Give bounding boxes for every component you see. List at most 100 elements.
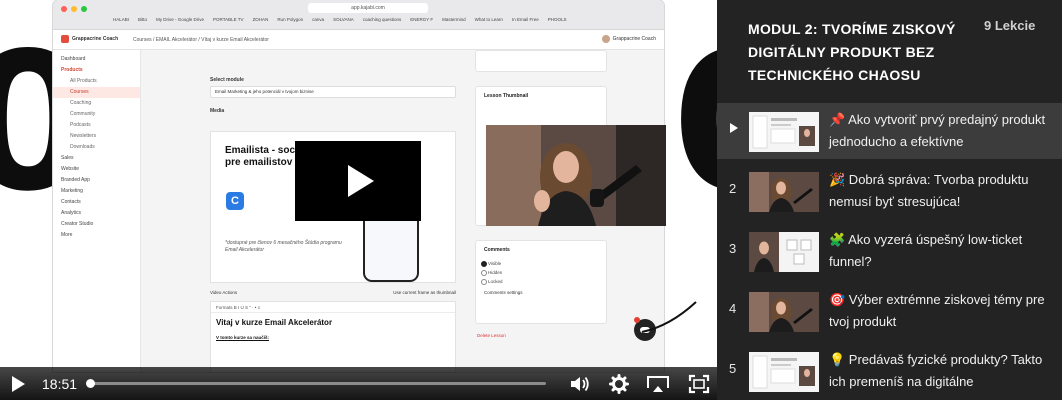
user-menu: Grappacrine Coach <box>601 35 656 43</box>
playlist-item-number: 2 <box>729 181 737 196</box>
editor-subheading: V tomto kurze sa naučíš: <box>216 335 270 340</box>
bookmark-item: PORTABLE TV <box>213 17 244 22</box>
app-header: Grappacrine Coach Courses / EMAIL Akcele… <box>53 30 664 50</box>
playlist-item-number: 4 <box>729 301 737 316</box>
comments-option-locked: Locked <box>476 277 606 286</box>
presenter-image <box>486 125 666 226</box>
app-logo: Grappacrine Coach <box>61 35 118 43</box>
playlist-item-title: 🧩 Ako vyzerá úspešný low-ticket funnel? <box>829 229 1054 273</box>
playlist-item[interactable]: 4 🎯 Výber extrémne ziskovej témy pre tvoj… <box>717 283 1062 339</box>
settings-gear-icon[interactable] <box>609 374 629 394</box>
sidebar-item-courses: Courses <box>53 87 140 98</box>
bookmarks-bar: HALABI Bitto My Drive - Google Drive PORTAB… <box>113 17 566 22</box>
comments-option-visible: Visible <box>476 259 606 268</box>
playlist-item-title: 🎉 Dobrá správa: Tvorba produktu nemusí b… <box>829 169 1054 213</box>
playlist-item-number: 5 <box>729 361 737 376</box>
playlist-item-title-text: Predávaš fyzické produkty? Takto ich pre… <box>829 352 1043 389</box>
playlist-item-title-text: Ako vyzerá úspešný low-ticket funnel? <box>829 232 1023 269</box>
bookmark-item: Run Polygon <box>277 17 304 22</box>
user-name: Grappacrine Coach <box>612 36 656 42</box>
browser-url-bar: app.kajabi.com <box>308 3 428 13</box>
video-actions-row: Video Actions Use current frame as thumb… <box>210 290 456 295</box>
airplay-icon[interactable] <box>646 374 670 394</box>
background-digit-right: 0 <box>672 28 717 218</box>
sidebar-item-all-products: All Products <box>70 78 97 84</box>
browser-titlebar: app.kajabi.com HALABI Bitto My Drive - Goo… <box>53 0 664 30</box>
bookmark-item: coaching questions <box>362 17 402 22</box>
sidebar-item-creator-studio: Creator Studio <box>61 221 94 227</box>
bookmark-item: ENERGY F <box>410 17 434 22</box>
progress-handle[interactable] <box>86 379 95 388</box>
sidebar-item-dashboard: Dashboard <box>61 56 86 62</box>
editor-toolbar: Formats B I U S “ · • ≡ <box>211 302 455 313</box>
webcam-overlay <box>486 125 666 226</box>
playlist-item[interactable]: 3 🧩 Ako vyzerá úspešný low-ticket funnel? <box>717 223 1062 279</box>
promo-title-line-1: Emailista - sociál <box>225 145 307 156</box>
playlist-item-title: 📌 Ako vytvoriť prvý predajný produkt jed… <box>829 109 1054 153</box>
playlist-item[interactable]: 5 💡 Predávaš fyzické produkty? Takto ich … <box>717 343 1062 399</box>
volume-icon[interactable] <box>569 374 591 394</box>
sidebar-item-podcasts: Podcasts <box>70 122 91 128</box>
playlist-item-title: 🎯 Výber extrémne ziskovej témy pre tvoj … <box>829 289 1054 333</box>
comments-card: Comments Visible Hidden Locked Comments se… <box>475 240 607 324</box>
playlist-item[interactable]: 2 🎉 Dobrá správa: Tvorba produktu nemusí … <box>717 163 1062 219</box>
promo-title: Emailista - sociál pre emailistov <box>225 145 306 169</box>
avatar <box>601 35 610 43</box>
playlist-item-title-text: Ako vytvoriť prvý predajný produkt jedno… <box>829 112 1046 149</box>
bookmark-item: What to Learn <box>474 17 503 22</box>
playlist-item-emoji-icon: 🧩 <box>829 232 846 247</box>
delete-lesson-link: Delete Lesson <box>477 333 506 338</box>
bookmark-item: PHOOLS <box>547 17 567 22</box>
playlist-item-title: 💡 Predávaš fyzické produkty? Takto ich p… <box>829 349 1054 393</box>
playlist-item-emoji-icon: 💡 <box>829 352 846 367</box>
fullscreen-icon[interactable] <box>688 374 710 394</box>
playlist-item[interactable]: 📌 Ako vytvoriť prvý predajný produkt jed… <box>717 103 1062 159</box>
player-controls: 18:51 <box>0 367 717 400</box>
playlist-item-thumbnail <box>749 292 819 332</box>
video-player[interactable]: 0 0 app.kajabi.com HALABIBittoMy Drive -… <box>0 0 717 400</box>
playlist-item-emoji-icon: 📌 <box>829 112 846 127</box>
progress-bar[interactable] <box>86 379 546 388</box>
playlist-item-emoji-icon: 🎯 <box>829 292 846 307</box>
promo-title-line-2: pre emailistov <box>225 157 293 168</box>
sidebar-item-coaching: Coaching <box>70 100 92 106</box>
sidebar-item-more: More <box>61 232 73 238</box>
sidebar-item-community: Community <box>70 111 96 117</box>
bookmark-item: In Email Free <box>511 17 539 22</box>
select-module-label: Select module <box>210 77 244 83</box>
play-overlay-button[interactable] <box>295 141 421 221</box>
comments-options: Visible Hidden Locked <box>476 259 606 286</box>
select-module-field: Email Marketing & jeho potenciál v tvojo… <box>210 86 456 98</box>
sidebar-item-newsletters: Newsletters <box>70 133 97 139</box>
sidebar-item-contacts: Contacts <box>61 199 81 205</box>
playlist-item-title-text: Dobrá správa: Tvorba produktu nemusí byť… <box>829 172 1029 209</box>
play-button[interactable] <box>12 376 25 392</box>
bookmark-item: Mastermind <box>442 17 466 22</box>
window-controls <box>61 6 87 12</box>
app-sidebar: Dashboard Products All Products Courses Coac… <box>53 50 141 372</box>
app-brand: Grappacrine Coach <box>72 36 119 42</box>
bookmark-item: canva <box>312 17 325 22</box>
playlist-item-title-text: Výber extrémne ziskovej témy pre tvoj pr… <box>829 292 1045 329</box>
playlist-item-thumbnail <box>749 112 819 152</box>
module-title: MODUL 2: TVORÍME ZISKOVÝ DIGITÁLNY PRODU… <box>748 21 956 83</box>
sidebar-item-products: Products <box>61 67 83 73</box>
media-label: Media <box>210 108 225 114</box>
editor-heading: Vitaj v kurze Email Akcelerátor <box>216 318 333 327</box>
sidebar-item-sales: Sales <box>61 155 74 161</box>
playlist-item-number: 3 <box>729 241 737 256</box>
playlist-item-thumbnail <box>749 232 819 272</box>
breadcrumb: Courses / EMAIL Akcelerátor / Vítaj v ku… <box>133 37 269 43</box>
promo-footnote: *dostupné pre členov 6 mesačného Štúdia … <box>225 240 342 253</box>
playlist-panel: MODUL 2: TVORÍME ZISKOVÝ DIGITÁLNY PRODU… <box>717 0 1062 400</box>
sidebar-item-branded-app: Branded App <box>61 177 90 183</box>
video-lesson-page: 0 0 app.kajabi.com HALABIBittoMy Drive -… <box>0 0 1062 400</box>
lesson-count: 9 Lekcie <box>984 18 1036 33</box>
sidebar-item-marketing: Marketing <box>61 188 83 194</box>
now-playing-icon <box>730 123 738 133</box>
settings-card-top <box>475 50 607 72</box>
bookmark-item: SOLVANA <box>333 17 354 22</box>
bookmark-item: My Drive - Google Drive <box>156 17 205 22</box>
use-frame-label: Use current frame as thumbnail <box>393 290 456 295</box>
sidebar-item-analytics: Analytics <box>61 210 82 216</box>
